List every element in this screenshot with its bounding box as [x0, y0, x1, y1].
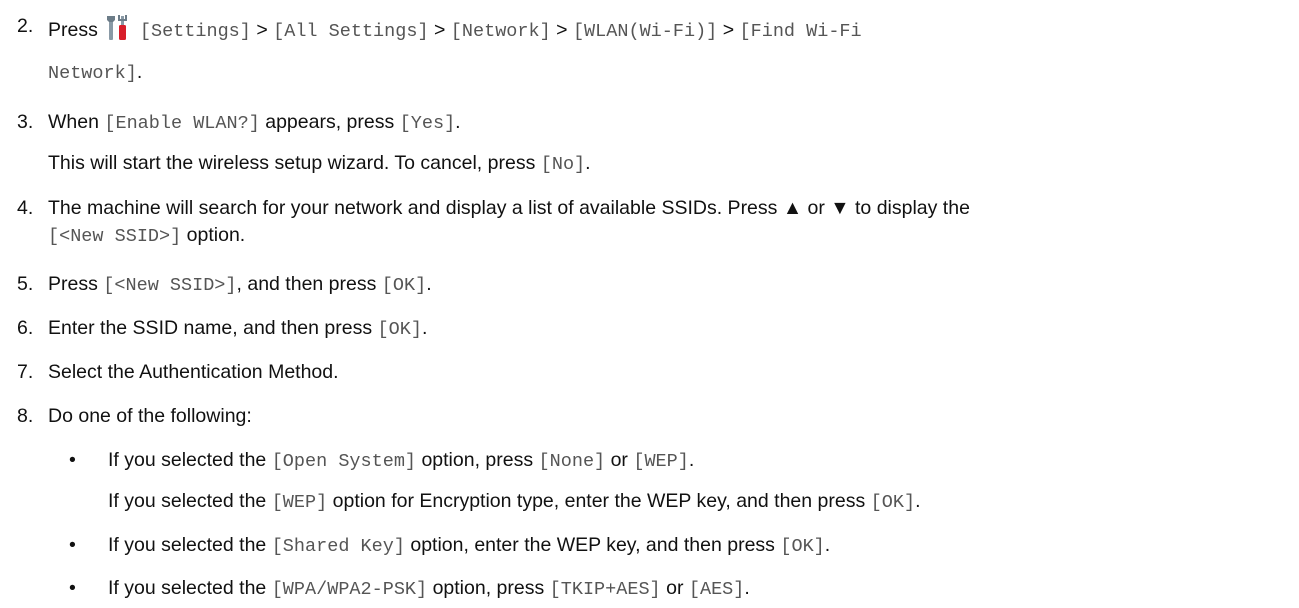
- shared-key-label: [Shared Key]: [271, 536, 405, 557]
- bullet-dot: •: [69, 449, 76, 471]
- step-text: option.: [186, 224, 246, 246]
- period: .: [688, 449, 695, 471]
- find-wifi-label-cont: Network]: [48, 63, 137, 84]
- enable-wlan-label: [Enable WLAN?]: [104, 113, 260, 134]
- wlan-label: [WLAN(Wi-Fi)]: [572, 21, 718, 42]
- ok-label: [OK]: [780, 536, 825, 557]
- period: .: [421, 317, 428, 339]
- step-number: 7.: [17, 361, 34, 383]
- period: .: [915, 490, 921, 512]
- step-text: Do one of the following:: [48, 405, 252, 427]
- ok-label: [OK]: [870, 492, 916, 513]
- step-text: Select the Authentication Method.: [48, 361, 339, 383]
- find-wifi-label: [Find Wi-Fi: [739, 21, 862, 42]
- note-text: If you selected the: [108, 490, 267, 512]
- ok-label: [OK]: [381, 275, 427, 296]
- period: .: [136, 61, 143, 83]
- step-text: When: [48, 111, 99, 133]
- tkip-aes-label: [TKIP+AES]: [549, 579, 661, 600]
- step-text: , and then press: [236, 273, 377, 295]
- step-text: Press: [48, 273, 98, 295]
- ok-label: [OK]: [377, 319, 422, 340]
- yes-label: [Yes]: [399, 113, 456, 134]
- bullet-text: If you selected the: [108, 449, 267, 471]
- step-number: 4.: [17, 197, 34, 219]
- separator: >: [722, 19, 735, 41]
- new-ssid-label: [<New SSID>]: [48, 226, 182, 247]
- step-number: 6.: [17, 317, 34, 339]
- bullet-dot: •: [69, 577, 76, 599]
- step-number: 3.: [17, 111, 34, 133]
- period: .: [585, 152, 591, 174]
- settings-tools-icon: [104, 13, 134, 43]
- note-text: This will start the wireless setup wizar…: [48, 152, 536, 174]
- bullet-text: option, press: [421, 449, 534, 471]
- wep-label: [WEP]: [271, 492, 328, 513]
- bullet-text: or: [610, 449, 628, 471]
- bullet-text: or: [666, 577, 684, 599]
- step-text: appears, press: [265, 111, 395, 133]
- no-label: [No]: [540, 154, 586, 175]
- step-number: 2.: [17, 15, 34, 37]
- wep-label: [WEP]: [633, 451, 689, 472]
- bullet-text: option, press: [432, 577, 545, 599]
- step-number: 8.: [17, 405, 34, 427]
- separator: >: [256, 19, 268, 41]
- step-text: Press: [48, 19, 98, 41]
- note-text: option for Encryption type, enter the WE…: [332, 490, 866, 512]
- bullet-dot: •: [69, 534, 76, 556]
- settings-label: [Settings]: [139, 21, 251, 42]
- separator: >: [556, 19, 568, 41]
- none-label: [None]: [538, 451, 606, 472]
- period: .: [455, 111, 461, 133]
- network-label: [Network]: [450, 21, 551, 42]
- step-text: Enter the SSID name, and then press: [48, 317, 373, 339]
- bullet-text: If you selected the: [108, 577, 267, 599]
- step-number: 5.: [17, 273, 34, 295]
- period: .: [744, 577, 750, 599]
- all-settings-label: [All Settings]: [273, 21, 429, 42]
- open-system-label: [Open System]: [271, 451, 417, 472]
- period: .: [824, 534, 831, 556]
- step-text: The machine will search for your network…: [48, 197, 970, 219]
- bullet-text: If you selected the: [108, 534, 267, 556]
- wpa-label: [WPA/WPA2-PSK]: [271, 579, 428, 600]
- new-ssid-label: [<New SSID>]: [103, 275, 237, 296]
- period: .: [426, 273, 432, 295]
- separator: >: [433, 19, 446, 41]
- aes-label: [AES]: [688, 579, 745, 600]
- bullet-text: option, enter the WEP key, and then pres…: [410, 534, 775, 556]
